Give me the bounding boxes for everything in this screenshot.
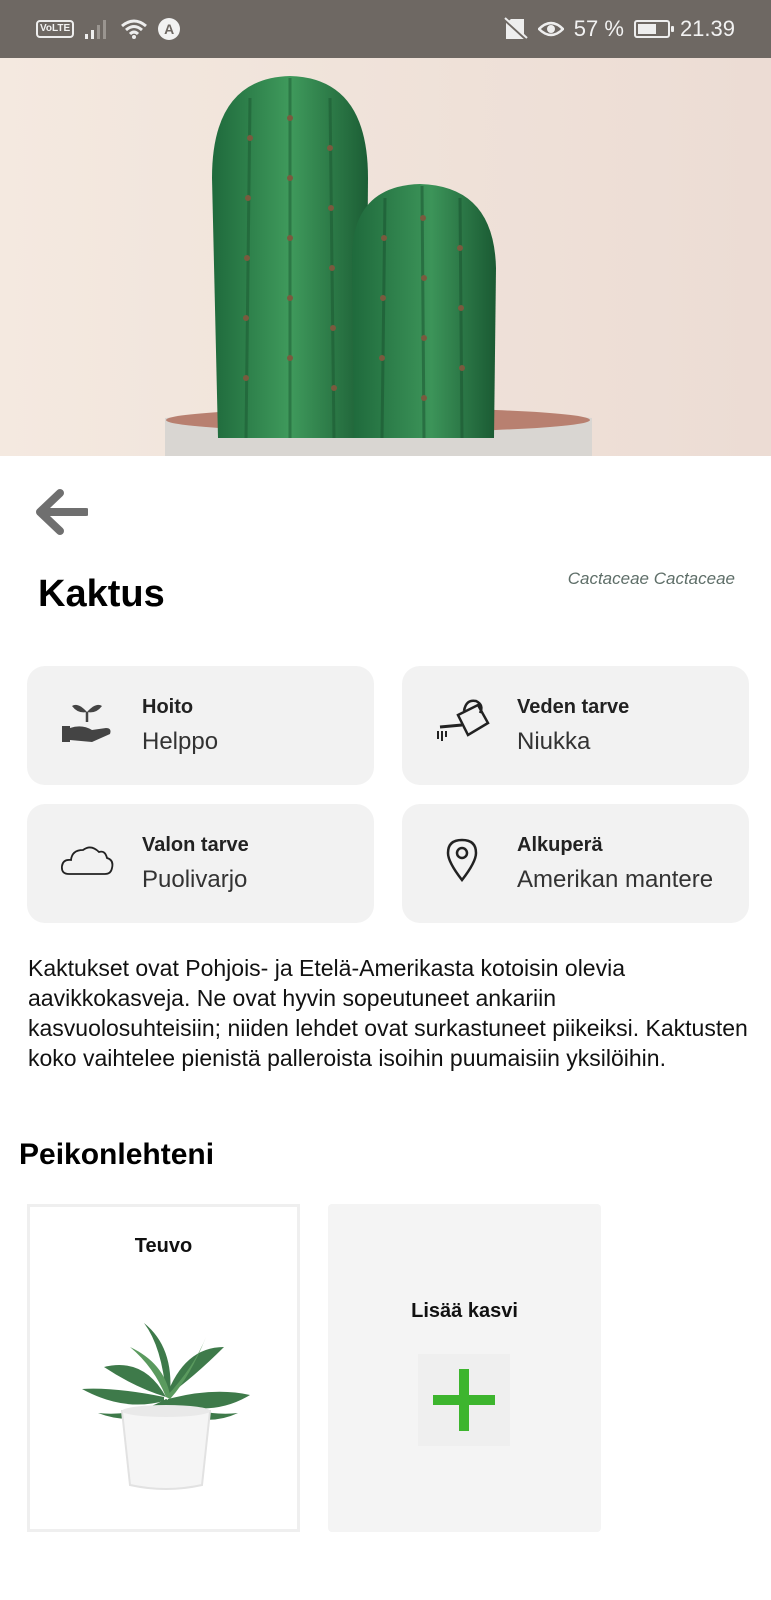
info-card-water: Veden tarve Niukka bbox=[402, 666, 749, 785]
location-pin-icon bbox=[434, 832, 490, 888]
status-left: VoLTE A bbox=[36, 16, 181, 42]
plant-hero-image bbox=[0, 58, 771, 456]
plus-icon bbox=[433, 1369, 495, 1431]
add-plant-button[interactable] bbox=[418, 1354, 510, 1446]
my-plants-title: Peikonlehteni bbox=[19, 1138, 215, 1171]
info-card-origin: Alkuperä Amerikan mantere bbox=[402, 804, 749, 923]
battery-percent: 57 % bbox=[573, 16, 624, 41]
add-plant-card[interactable]: Lisää kasvi bbox=[328, 1204, 601, 1532]
add-plant-label: Lisää kasvi bbox=[411, 1300, 518, 1322]
cloud-icon bbox=[59, 832, 115, 888]
eye-comfort-icon bbox=[537, 21, 564, 37]
my-plant-card[interactable]: Teuvo bbox=[27, 1204, 300, 1532]
signal-icon bbox=[85, 20, 107, 39]
scientific-name: Cactaceae Cactaceae bbox=[567, 569, 735, 588]
my-plant-name: Teuvo bbox=[134, 1235, 193, 1257]
navigation-icon: A bbox=[158, 18, 181, 40]
info-label: Veden tarve bbox=[517, 696, 630, 718]
info-label: Valon tarve bbox=[142, 834, 249, 856]
plant-description: Kaktukset ovat Pohjois- ja Etelä-Amerika… bbox=[28, 955, 748, 1071]
info-label: Alkuperä bbox=[517, 834, 603, 856]
status-right: 57 % 21.39 bbox=[502, 14, 735, 44]
info-value: Niukka bbox=[517, 728, 591, 755]
arrow-left-icon bbox=[36, 489, 88, 535]
wifi-icon bbox=[121, 19, 148, 39]
watering-can-icon bbox=[434, 694, 490, 750]
info-value: Amerikan mantere bbox=[517, 866, 714, 893]
no-sim-icon bbox=[502, 17, 528, 41]
info-value: Helppo bbox=[142, 728, 219, 755]
status-bar: VoLTE A 57 % 21.39 bbox=[0, 0, 771, 58]
clock: 21.39 bbox=[679, 16, 735, 41]
info-card-care: Hoito Helppo bbox=[27, 666, 374, 785]
plant-title: Kaktus bbox=[38, 573, 165, 615]
info-label: Hoito bbox=[142, 696, 194, 718]
hand-plant-icon bbox=[59, 694, 115, 750]
back-button[interactable] bbox=[30, 480, 94, 544]
plant-photo bbox=[82, 1323, 250, 1490]
info-card-light: Valon tarve Puolivarjo bbox=[27, 804, 374, 923]
volte-icon: VoLTE bbox=[36, 20, 75, 38]
battery-icon bbox=[633, 20, 674, 38]
info-value: Puolivarjo bbox=[142, 866, 248, 893]
